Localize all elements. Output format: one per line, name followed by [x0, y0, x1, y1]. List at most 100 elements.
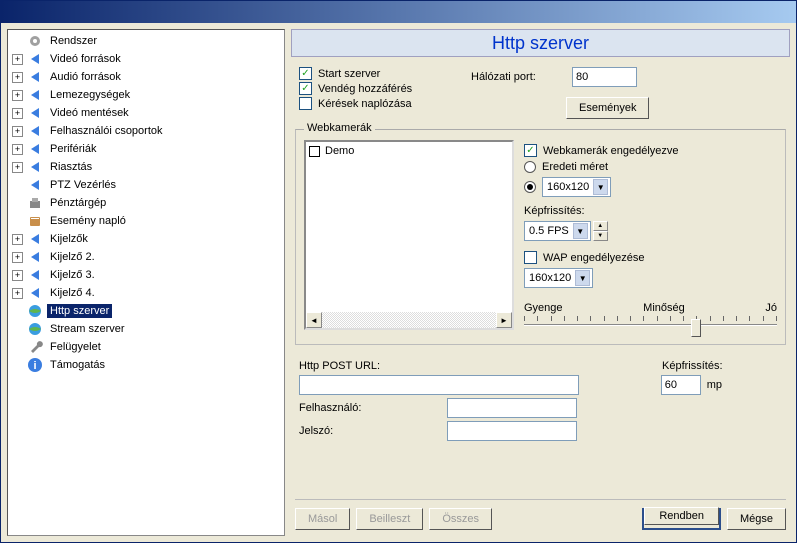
- tree-item-lemezegys-gek[interactable]: + Lemezegységek: [8, 86, 284, 104]
- tree-item-vide-ment-sek[interactable]: +Videó mentések: [8, 104, 284, 122]
- cashreg-icon: [27, 195, 43, 211]
- webcams-group: Webkamerák Demo ◄ ►: [295, 129, 786, 345]
- tree-item-kijelz-k[interactable]: +Kijelzők: [8, 230, 284, 248]
- refresh-spinner[interactable]: ▲ ▼: [593, 221, 608, 241]
- tree-expander[interactable]: +: [12, 90, 23, 101]
- post-url-input[interactable]: [299, 375, 579, 395]
- tree-expander[interactable]: +: [12, 234, 23, 245]
- start-server-checkbox[interactable]: [299, 67, 312, 80]
- paste-button[interactable]: Beilleszt: [356, 508, 423, 530]
- chevron-down-icon[interactable]: ▼: [575, 270, 590, 286]
- right-panel: Http szerver Start szerver Vendég hozzáf…: [291, 29, 790, 536]
- custom-size-row[interactable]: 160x120 ▼: [524, 177, 777, 197]
- tree-item-label: Rendszer: [47, 34, 100, 48]
- tree-item-label: Lemezegységek: [47, 88, 133, 102]
- webcams-enabled-checkbox[interactable]: [524, 144, 537, 157]
- tree-item-perif-ri-k[interactable]: +Perifériák: [8, 140, 284, 158]
- tree-expander[interactable]: +: [12, 288, 23, 299]
- tree-item-vide-forr-sok[interactable]: +Videó források: [8, 50, 284, 68]
- guest-access-label: Vendég hozzáférés: [318, 83, 412, 95]
- spin-down-button[interactable]: ▼: [593, 231, 608, 241]
- tree-item-label: Pénztárgép: [47, 196, 109, 210]
- copy-button[interactable]: Másol: [295, 508, 350, 530]
- tree-expander: [12, 180, 23, 191]
- webcams-group-title: Webkamerák: [304, 122, 375, 134]
- custom-size-select[interactable]: 160x120 ▼: [542, 177, 611, 197]
- tree-expander[interactable]: +: [12, 72, 23, 83]
- listbox-scrollbar[interactable]: ◄ ►: [306, 312, 512, 328]
- tree-item-kijelz-4-[interactable]: +Kijelző 4.: [8, 284, 284, 302]
- log-requests-label: Kérések naplózása: [318, 98, 412, 110]
- all-button[interactable]: Összes: [429, 508, 492, 530]
- post-refresh-input[interactable]: [661, 375, 701, 395]
- ok-button[interactable]: Rendben: [642, 508, 721, 530]
- custom-size-radio[interactable]: [524, 181, 536, 193]
- cancel-button[interactable]: Mégse: [727, 508, 786, 530]
- tree-expander[interactable]: +: [12, 126, 23, 137]
- page-header: Http szerver: [291, 29, 790, 57]
- guest-access-checkbox[interactable]: [299, 82, 312, 95]
- tree-item-kijelz-3-[interactable]: +Kijelző 3.: [8, 266, 284, 284]
- log-requests-row[interactable]: Kérések naplózása: [299, 97, 471, 110]
- scroll-track[interactable]: [322, 312, 496, 328]
- wap-enabled-checkbox[interactable]: [524, 251, 537, 264]
- refresh-value: 0.5 FPS: [529, 225, 569, 237]
- tree-item-fel-gyelet[interactable]: Felügyelet: [8, 338, 284, 356]
- original-size-radio[interactable]: [524, 161, 536, 173]
- guest-access-row[interactable]: Vendég hozzáférés: [299, 82, 471, 95]
- info-icon: i: [27, 357, 43, 373]
- tree-item-esem-ny-napl-[interactable]: Esemény napló: [8, 212, 284, 230]
- quality-good-label: Jó: [765, 302, 777, 314]
- quality-slider-thumb[interactable]: [691, 319, 701, 337]
- tree-panel[interactable]: Rendszer+Videó források+Audió források+L…: [7, 29, 285, 536]
- scroll-left-button[interactable]: ◄: [306, 312, 322, 328]
- original-size-row[interactable]: Eredeti méret: [524, 161, 777, 173]
- tree-item-audi-forr-sok[interactable]: + Audió források: [8, 68, 284, 86]
- list-item-checkbox[interactable]: [309, 146, 320, 157]
- tree-expander[interactable]: +: [12, 270, 23, 281]
- wap-size-select[interactable]: 160x120 ▼: [524, 268, 593, 288]
- list-item[interactable]: Demo: [308, 144, 510, 158]
- tree-item-ptz-vez-rl-s[interactable]: PTZ Vezérlés: [8, 176, 284, 194]
- refresh-label: Képfrissítés:: [524, 205, 585, 217]
- arrow-blue-icon: [27, 285, 43, 301]
- tree-item-kijelz-2-[interactable]: +Kijelző 2.: [8, 248, 284, 266]
- post-user-label: Felhasználó:: [299, 402, 447, 414]
- webcams-listbox[interactable]: Demo ◄ ►: [304, 140, 514, 330]
- tree-expander[interactable]: +: [12, 54, 23, 65]
- tree-item-riaszt-s[interactable]: +Riasztás: [8, 158, 284, 176]
- tree-item-label: PTZ Vezérlés: [47, 178, 119, 192]
- tree-expander[interactable]: +: [12, 144, 23, 155]
- tree-item-label: Támogatás: [47, 358, 108, 372]
- tree-expander[interactable]: +: [12, 162, 23, 173]
- tree-item-felhaszn-l-i-csoportok[interactable]: +Felhasználói csoportok: [8, 122, 284, 140]
- gear-icon: [27, 33, 43, 49]
- post-user-input[interactable]: [447, 398, 577, 418]
- start-server-row[interactable]: Start szerver: [299, 67, 471, 80]
- events-button[interactable]: Események: [566, 97, 649, 119]
- refresh-select[interactable]: 0.5 FPS ▼: [524, 221, 591, 241]
- tree-item-label: Felügyelet: [47, 340, 104, 354]
- log-requests-checkbox[interactable]: [299, 97, 312, 110]
- tree-item-http-szerver[interactable]: Http szerver: [8, 302, 284, 320]
- top-options: Start szerver Vendég hozzáférés Kérések …: [291, 65, 790, 121]
- tree-expander[interactable]: +: [12, 252, 23, 263]
- network-port-input[interactable]: [572, 67, 637, 87]
- quality-slider[interactable]: [524, 316, 777, 336]
- tree-item-label: Audió források: [47, 70, 124, 84]
- chevron-down-icon[interactable]: ▼: [593, 179, 608, 195]
- post-pass-input[interactable]: [447, 421, 577, 441]
- tree-expander[interactable]: +: [12, 108, 23, 119]
- titlebar[interactable]: [1, 1, 796, 23]
- tree-item-stream-szerver[interactable]: Stream szerver: [8, 320, 284, 338]
- wap-size-value: 160x120: [529, 272, 571, 284]
- tree-item-t-mogat-s[interactable]: i Támogatás: [8, 356, 284, 374]
- tree-item-p-nzt-rg-p[interactable]: Pénztárgép: [8, 194, 284, 212]
- chevron-down-icon[interactable]: ▼: [573, 223, 588, 239]
- tree-item-rendszer[interactable]: Rendszer: [8, 32, 284, 50]
- webcams-enabled-row[interactable]: Webkamerák engedélyezve: [524, 144, 777, 157]
- custom-size-value: 160x120: [547, 181, 589, 193]
- scroll-right-button[interactable]: ►: [496, 312, 512, 328]
- spin-up-button[interactable]: ▲: [593, 221, 608, 231]
- wap-enabled-row[interactable]: WAP engedélyezése: [524, 251, 777, 264]
